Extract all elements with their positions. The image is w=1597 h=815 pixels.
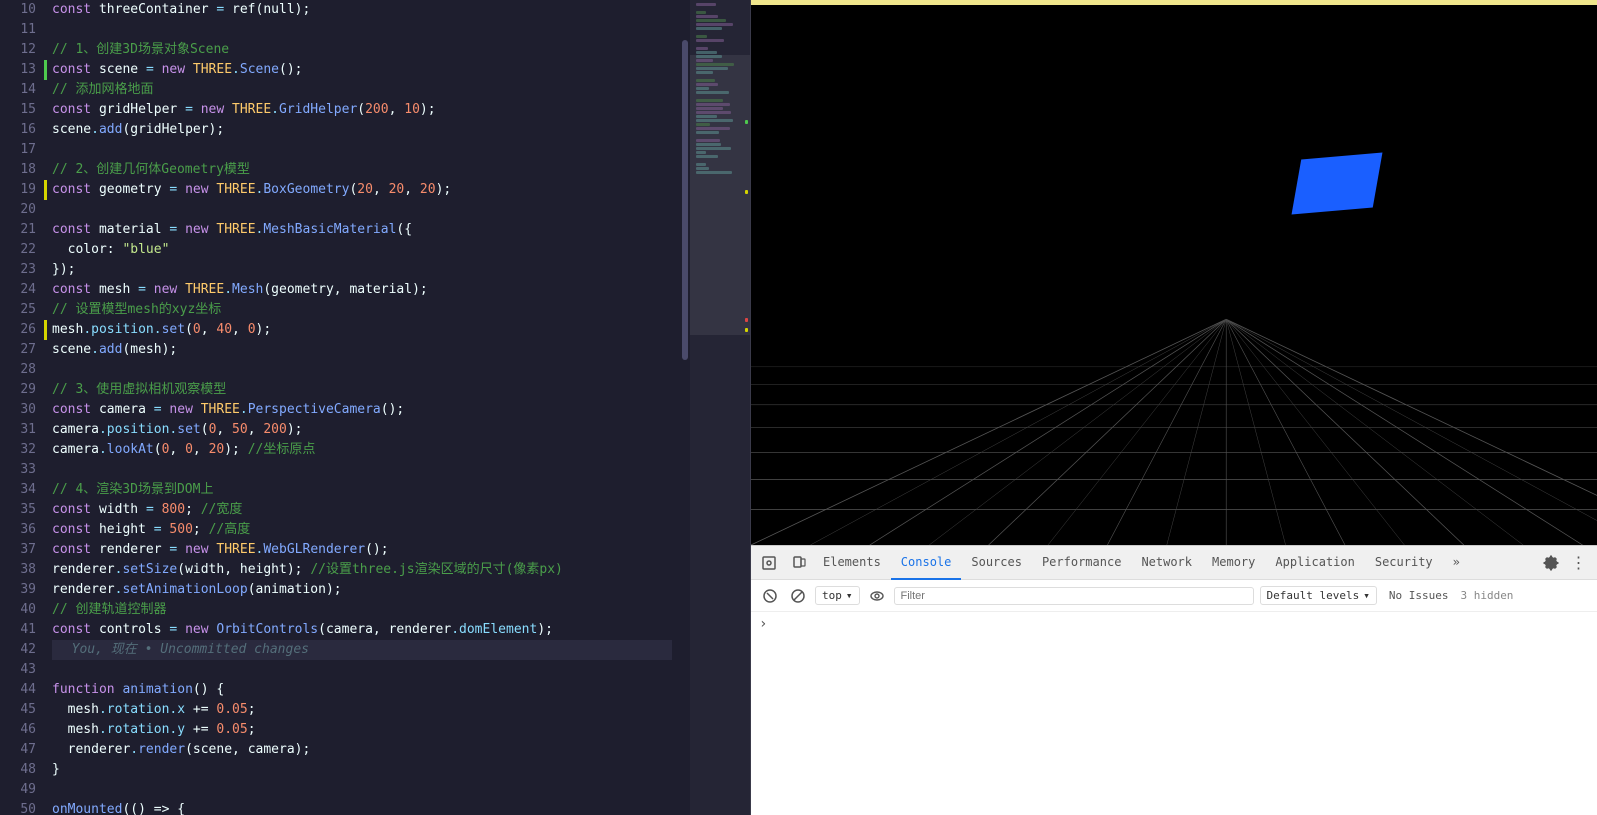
tab-performance[interactable]: Performance bbox=[1032, 546, 1131, 580]
cursor-icon bbox=[762, 556, 776, 570]
clear-icon bbox=[763, 589, 777, 603]
console-arrow[interactable]: › bbox=[759, 616, 767, 632]
minimap-modified-indicator bbox=[745, 190, 748, 194]
code-editor: 1011121314151617181920212223242526272829… bbox=[0, 0, 690, 815]
hidden-count-badge[interactable]: 3 hidden bbox=[1460, 589, 1513, 602]
more-dots-icon: ⋮ bbox=[1571, 553, 1588, 572]
minimap-removed-indicator bbox=[745, 318, 748, 322]
eye-btn[interactable] bbox=[866, 585, 888, 607]
threejs-canvas[interactable] bbox=[751, 5, 1597, 545]
code-lines[interactable]: const threeContainer = ref(null);// 1、创建… bbox=[44, 0, 680, 815]
gear-icon bbox=[1543, 555, 1559, 571]
tab-application[interactable]: Application bbox=[1265, 546, 1364, 580]
block-icon bbox=[791, 589, 805, 603]
threejs-blue-box bbox=[1292, 153, 1383, 215]
console-filter-input[interactable] bbox=[894, 587, 1254, 605]
devtools-toolbar: top ▾ Default levels ▾ No Issues 3 hidde… bbox=[751, 580, 1597, 612]
tab-memory[interactable]: Memory bbox=[1202, 546, 1265, 580]
devtools-settings-btn[interactable] bbox=[1537, 549, 1565, 577]
chevron-down-icon2: ▾ bbox=[1363, 589, 1370, 602]
devtools-inspect-btn[interactable] bbox=[755, 549, 783, 577]
chevron-down-icon: ▾ bbox=[846, 589, 853, 602]
console-content[interactable]: › bbox=[751, 612, 1597, 815]
minimap-added-indicator bbox=[745, 120, 748, 124]
tab-security[interactable]: Security bbox=[1365, 546, 1443, 580]
scrollbar-thumb[interactable] bbox=[682, 40, 688, 360]
device-icon bbox=[792, 556, 806, 570]
tab-more[interactable]: » bbox=[1443, 546, 1470, 580]
scrollbar-track[interactable] bbox=[680, 0, 690, 815]
browser-panel: Elements Console Sources Performance Net… bbox=[750, 0, 1597, 815]
no-issues-badge: No Issues bbox=[1383, 587, 1455, 604]
tab-network[interactable]: Network bbox=[1131, 546, 1202, 580]
devtools-device-btn[interactable] bbox=[785, 549, 813, 577]
line-numbers: 1011121314151617181920212223242526272829… bbox=[0, 0, 44, 815]
clear-console-btn[interactable] bbox=[759, 585, 781, 607]
grid-floor-svg bbox=[751, 248, 1597, 545]
tab-console[interactable]: Console bbox=[891, 546, 962, 580]
code-content: 1011121314151617181920212223242526272829… bbox=[0, 0, 690, 815]
eye-icon bbox=[870, 590, 884, 602]
context-selector[interactable]: top ▾ bbox=[815, 586, 860, 605]
tab-sources[interactable]: Sources bbox=[961, 546, 1032, 580]
log-level-selector[interactable]: Default levels ▾ bbox=[1260, 586, 1377, 605]
block-btn[interactable] bbox=[787, 585, 809, 607]
tab-elements[interactable]: Elements bbox=[813, 546, 891, 580]
devtools-panel: Elements Console Sources Performance Net… bbox=[751, 545, 1597, 815]
minimap[interactable] bbox=[690, 0, 750, 815]
devtools-tabs-bar: Elements Console Sources Performance Net… bbox=[751, 546, 1597, 580]
minimap-modified-indicator2 bbox=[745, 328, 748, 332]
devtools-more-btn[interactable]: ⋮ bbox=[1565, 549, 1593, 577]
